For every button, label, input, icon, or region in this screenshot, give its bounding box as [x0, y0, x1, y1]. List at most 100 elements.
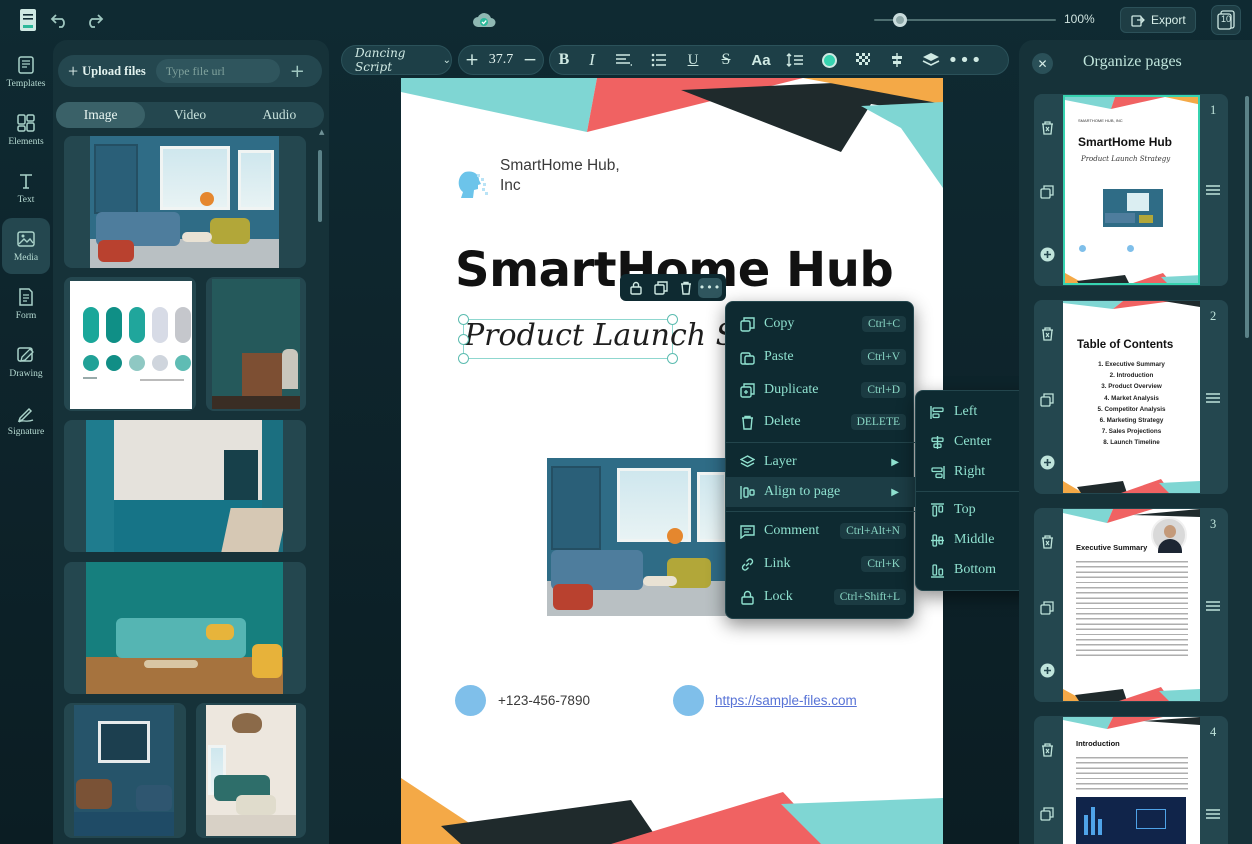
- zoom-slider-handle[interactable]: [893, 13, 907, 27]
- menu-item-comment[interactable]: Comment Ctrl+Alt+N: [726, 516, 915, 546]
- page-card[interactable]: Executive Summary 3: [1034, 508, 1228, 702]
- media-thumbnail[interactable]: [196, 703, 306, 838]
- scroll-up-icon[interactable]: ▲: [319, 128, 324, 136]
- menu-item-duplicate[interactable]: Duplicate Ctrl+D: [726, 375, 915, 405]
- page-thumbnail-1[interactable]: SMARTHOME HUB, INC SmartHome Hub Product…: [1063, 95, 1200, 285]
- duplicate-page-icon[interactable]: [1039, 392, 1055, 408]
- underline-icon[interactable]: U: [678, 52, 708, 69]
- italic-icon[interactable]: I: [578, 50, 606, 70]
- add-page-icon[interactable]: [1039, 454, 1055, 470]
- rail-item-signature[interactable]: Signature: [2, 392, 50, 448]
- line-spacing-icon[interactable]: [778, 53, 812, 67]
- drag-handle-icon[interactable]: [1205, 598, 1221, 614]
- menu-item-label: Link: [764, 556, 791, 571]
- tab-audio[interactable]: Audio: [235, 102, 324, 128]
- tab-image[interactable]: Image: [56, 102, 146, 128]
- menu-item-link[interactable]: Link Ctrl+K: [726, 549, 915, 579]
- delete-page-icon[interactable]: [1039, 742, 1055, 758]
- duplicate-page-icon[interactable]: [1039, 806, 1055, 822]
- drag-handle-icon[interactable]: [1205, 806, 1221, 822]
- top-bar: 100% Export 10: [0, 0, 1252, 40]
- page-thumb-image: [1103, 189, 1163, 227]
- body-text-placeholder: [1076, 757, 1188, 793]
- cloud-saved-icon: [470, 6, 498, 34]
- resize-handle[interactable]: [458, 334, 469, 345]
- menu-item-align-to-page[interactable]: Align to page ▶: [726, 477, 915, 507]
- text-case-icon[interactable]: Aa: [744, 52, 778, 69]
- page-thumbnail-3[interactable]: Executive Summary: [1063, 509, 1200, 701]
- undo-icon[interactable]: [46, 6, 74, 34]
- media-thumbnail[interactable]: [64, 136, 306, 268]
- rail-label: Media: [13, 253, 39, 263]
- page-card[interactable]: SMARTHOME HUB, INC SmartHome Hub Product…: [1034, 94, 1228, 286]
- drag-handle-icon[interactable]: [1205, 390, 1221, 406]
- menu-item-paste[interactable]: Paste Ctrl+V: [726, 342, 915, 372]
- rail-item-text[interactable]: Text: [2, 160, 50, 216]
- media-thumbnail[interactable]: [64, 703, 186, 838]
- media-thumbnail[interactable]: [64, 420, 306, 552]
- more-options-icon[interactable]: •••: [948, 50, 982, 71]
- export-button[interactable]: Export: [1120, 7, 1196, 33]
- strikethrough-icon[interactable]: S: [708, 51, 744, 69]
- delete-page-icon[interactable]: [1039, 534, 1055, 550]
- resize-handle[interactable]: [458, 314, 469, 325]
- rail-item-elements[interactable]: Elements: [2, 102, 50, 158]
- rail-item-media[interactable]: Media: [2, 218, 50, 274]
- bullet-list-icon[interactable]: [642, 53, 678, 67]
- rail-item-form[interactable]: Form: [2, 276, 50, 332]
- media-thumbnail[interactable]: [64, 562, 306, 694]
- resize-handle[interactable]: [458, 353, 469, 364]
- trash-icon[interactable]: [673, 281, 698, 295]
- app-logo-icon[interactable]: [14, 6, 42, 34]
- add-page-icon[interactable]: [1039, 246, 1055, 262]
- close-icon[interactable]: ✕: [1032, 53, 1053, 74]
- media-thumbnail[interactable]: [64, 277, 196, 411]
- layers-icon[interactable]: [914, 52, 948, 68]
- text-color-icon[interactable]: [812, 52, 846, 68]
- lock-icon[interactable]: [623, 281, 648, 295]
- font-size-increase-button[interactable]: +: [459, 50, 485, 70]
- page-thumb-company: SMARTHOME HUB, INC: [1078, 118, 1123, 123]
- redo-icon[interactable]: [80, 6, 108, 34]
- file-url-input[interactable]: [155, 59, 280, 83]
- text-align-icon[interactable]: [606, 53, 642, 67]
- position-icon[interactable]: [880, 52, 914, 68]
- resize-handle[interactable]: [667, 314, 678, 325]
- rail-item-templates[interactable]: Templates: [2, 44, 50, 100]
- media-thumbnail[interactable]: [206, 277, 306, 411]
- bold-icon[interactable]: B: [550, 51, 578, 69]
- menu-item-layer[interactable]: Layer ▶: [726, 447, 915, 477]
- menu-shortcut: Ctrl+Alt+N: [840, 523, 906, 539]
- delete-page-icon[interactable]: [1039, 326, 1055, 342]
- page-card[interactable]: Introduction 4: [1034, 716, 1228, 844]
- rail-item-drawing[interactable]: Drawing: [2, 334, 50, 390]
- website-link[interactable]: https://sample-files.com: [715, 693, 857, 708]
- media-scrollbar[interactable]: [318, 150, 322, 222]
- document-image[interactable]: [547, 458, 727, 616]
- delete-page-icon[interactable]: [1039, 120, 1055, 136]
- duplicate-page-icon[interactable]: [1039, 184, 1055, 200]
- page-thumbnail-2[interactable]: Table of Contents 1. Executive Summary 2…: [1063, 301, 1200, 493]
- duplicate-icon[interactable]: [648, 280, 673, 295]
- add-page-icon[interactable]: [1039, 662, 1055, 678]
- page-thumbnail-4[interactable]: Introduction: [1063, 717, 1200, 844]
- menu-item-copy[interactable]: Copy Ctrl+C: [726, 309, 915, 339]
- more-options-icon[interactable]: •••: [698, 277, 722, 298]
- upload-files-button[interactable]: + Upload files: [68, 61, 146, 82]
- organize-scrollbar[interactable]: [1245, 96, 1249, 338]
- menu-shortcut: Ctrl+Shift+L: [833, 589, 906, 605]
- menu-item-delete[interactable]: Delete DELETE: [726, 407, 915, 437]
- format-toolbar: B I U S Aa •••: [549, 45, 1009, 75]
- font-family-select[interactable]: Dancing Script ⌄: [341, 45, 452, 75]
- tab-video[interactable]: Video: [145, 102, 234, 128]
- transparency-icon[interactable]: [846, 52, 880, 68]
- font-size-value[interactable]: 37.7: [485, 52, 517, 68]
- drag-handle-icon[interactable]: [1205, 182, 1221, 198]
- resize-handle[interactable]: [667, 353, 678, 364]
- page-count-button[interactable]: 10: [1211, 5, 1241, 35]
- add-url-icon[interactable]: +: [290, 61, 305, 82]
- page-card[interactable]: Table of Contents 1. Executive Summary 2…: [1034, 300, 1228, 494]
- menu-item-lock[interactable]: Lock Ctrl+Shift+L: [726, 582, 915, 612]
- font-size-decrease-button[interactable]: −: [517, 50, 543, 70]
- duplicate-page-icon[interactable]: [1039, 600, 1055, 616]
